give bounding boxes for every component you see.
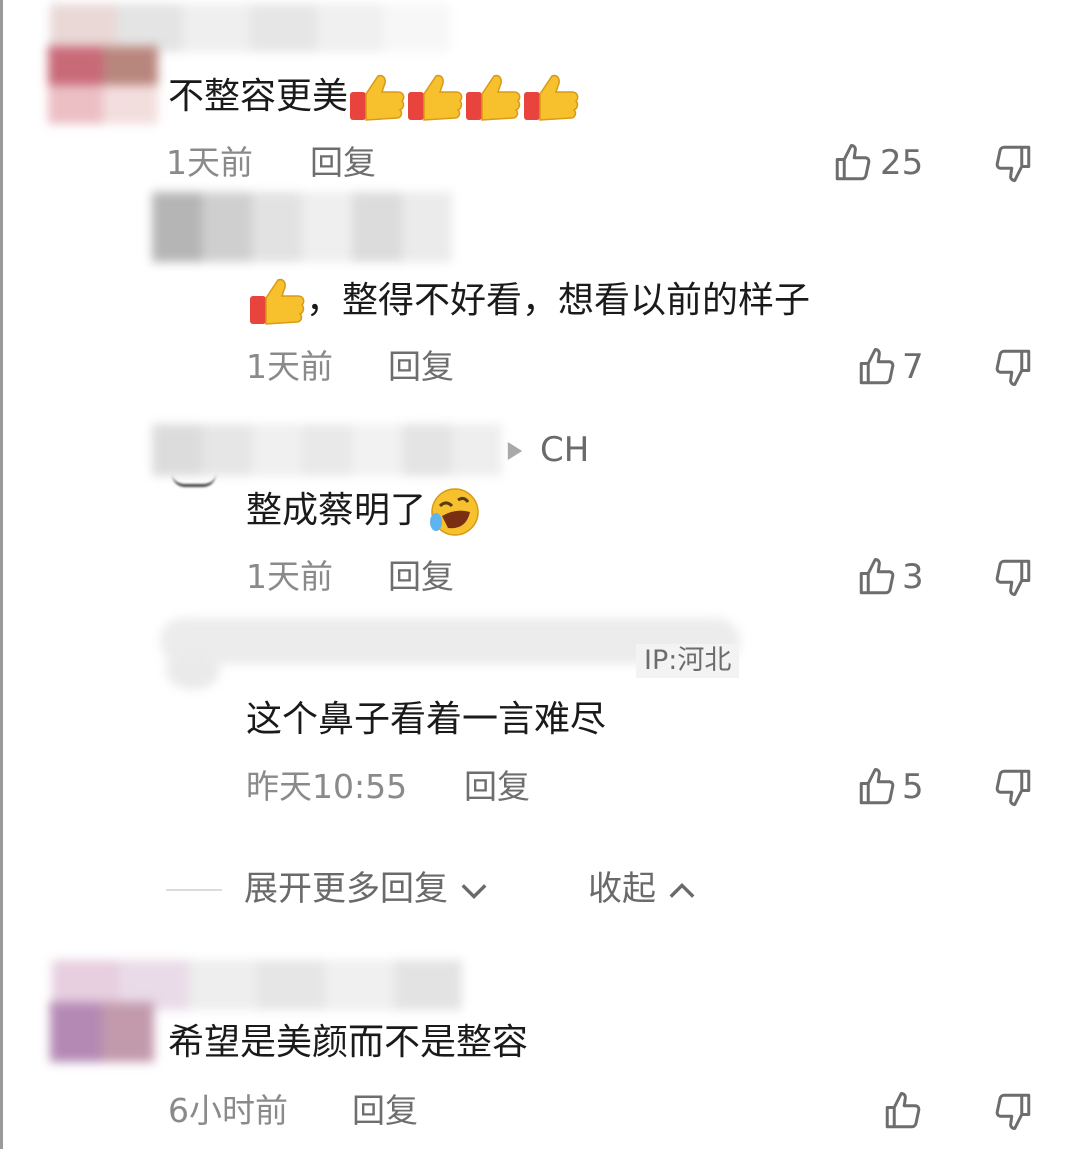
like-count: 7	[902, 347, 924, 387]
divider-line	[166, 889, 222, 891]
comment-time: 昨天10:55	[246, 767, 408, 806]
rolling-laughing-emoji	[430, 488, 479, 536]
dislike-icon[interactable]	[992, 766, 1034, 808]
comment-time: 1天前	[246, 557, 333, 596]
username-blurred	[152, 424, 502, 476]
expand-more-replies-button[interactable]: 展开更多回复	[244, 868, 489, 910]
reply-button[interactable]: 回复	[464, 767, 530, 807]
left-border	[0, 0, 3, 1149]
rolling-laughing-emoji	[426, 488, 484, 536]
ip-location: IP:河北	[636, 644, 740, 678]
like-icon[interactable]	[856, 556, 898, 598]
reply-button[interactable]: 回复	[310, 143, 376, 183]
username-blurred	[50, 4, 450, 52]
comment-time: 1天前	[166, 143, 253, 182]
thumbs-up-emoji	[250, 278, 305, 325]
like-count: 3	[902, 557, 924, 597]
avatar-edge	[172, 474, 216, 487]
thumbs-up-emoji	[408, 74, 463, 121]
reply-button[interactable]: 回复	[352, 1091, 418, 1131]
like-icon[interactable]	[856, 766, 898, 808]
dislike-icon[interactable]	[992, 142, 1034, 184]
chevron-down-icon	[461, 883, 487, 899]
thumbs-up-emoji	[248, 278, 306, 325]
avatar[interactable]	[50, 1002, 154, 1062]
collapse-button[interactable]: 收起	[588, 868, 697, 910]
comment-time: 1天前	[246, 347, 333, 386]
dislike-icon[interactable]	[992, 1090, 1034, 1132]
avatar[interactable]	[166, 650, 220, 690]
username-blurred	[152, 192, 452, 262]
comment-time: 6小时前	[168, 1091, 288, 1130]
reply-arrow-icon	[507, 442, 523, 460]
like-count: 5	[902, 767, 924, 807]
comment-text: ，整得不好看，想看以前的样子	[248, 276, 810, 328]
like-icon[interactable]	[882, 1090, 924, 1132]
thumbs-up-emoji	[466, 74, 521, 121]
like-icon[interactable]	[856, 346, 898, 388]
avatar[interactable]	[48, 46, 158, 124]
comment-text: 不整容更美	[168, 72, 580, 124]
thumbs-up-emoji	[524, 74, 579, 121]
reply-button[interactable]: 回复	[388, 557, 454, 597]
chevron-up-icon	[669, 882, 695, 898]
dislike-icon[interactable]	[992, 346, 1034, 388]
reply-button[interactable]: 回复	[388, 347, 454, 387]
emoji-group	[348, 74, 580, 121]
comment-text: 这个鼻子看着一言难尽	[246, 699, 607, 740]
comment-text: 整成蔡明了	[246, 486, 484, 538]
dislike-icon[interactable]	[992, 556, 1034, 598]
like-icon[interactable]	[832, 142, 874, 184]
like-count: 25	[880, 143, 924, 183]
comment-text: 希望是美颜而不是整容	[168, 1022, 529, 1063]
thumbs-up-emoji	[350, 74, 405, 121]
reply-to-name[interactable]: CH	[540, 430, 589, 470]
